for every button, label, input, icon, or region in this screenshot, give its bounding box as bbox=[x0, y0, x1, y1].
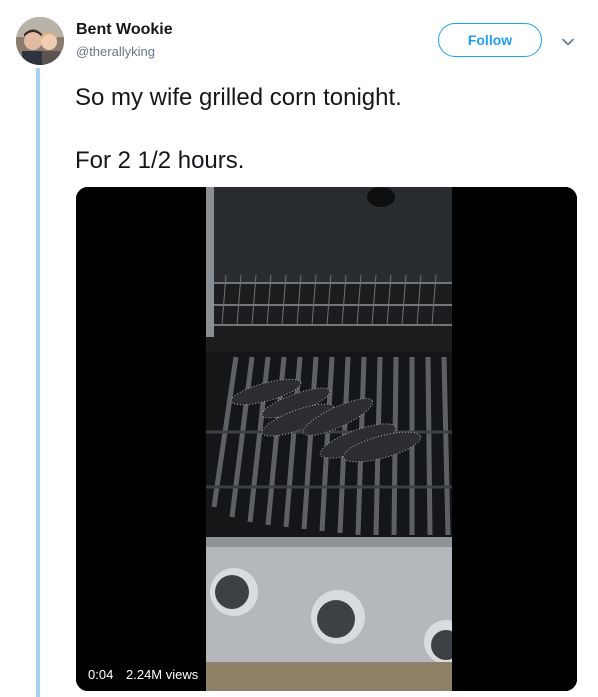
avatar[interactable] bbox=[16, 17, 64, 65]
follow-button[interactable]: Follow bbox=[438, 23, 542, 57]
video-frame bbox=[76, 187, 577, 691]
video-view-count: 2.24M views bbox=[120, 662, 205, 686]
author-display-name[interactable]: Bent Wookie bbox=[76, 21, 173, 39]
thread-line bbox=[36, 68, 40, 697]
tweet-text-line: For 2 1/2 hours. bbox=[75, 147, 245, 174]
video-player[interactable] bbox=[76, 187, 577, 691]
chevron-down-icon[interactable] bbox=[560, 34, 576, 50]
video-elapsed-time: 0:04 bbox=[82, 662, 120, 686]
author-handle[interactable]: @therallyking bbox=[76, 44, 155, 59]
tweet-text-line: So my wife grilled corn tonight. bbox=[75, 84, 402, 111]
tweet-text: So my wife grilled corn tonight. For 2 1… bbox=[75, 82, 575, 177]
